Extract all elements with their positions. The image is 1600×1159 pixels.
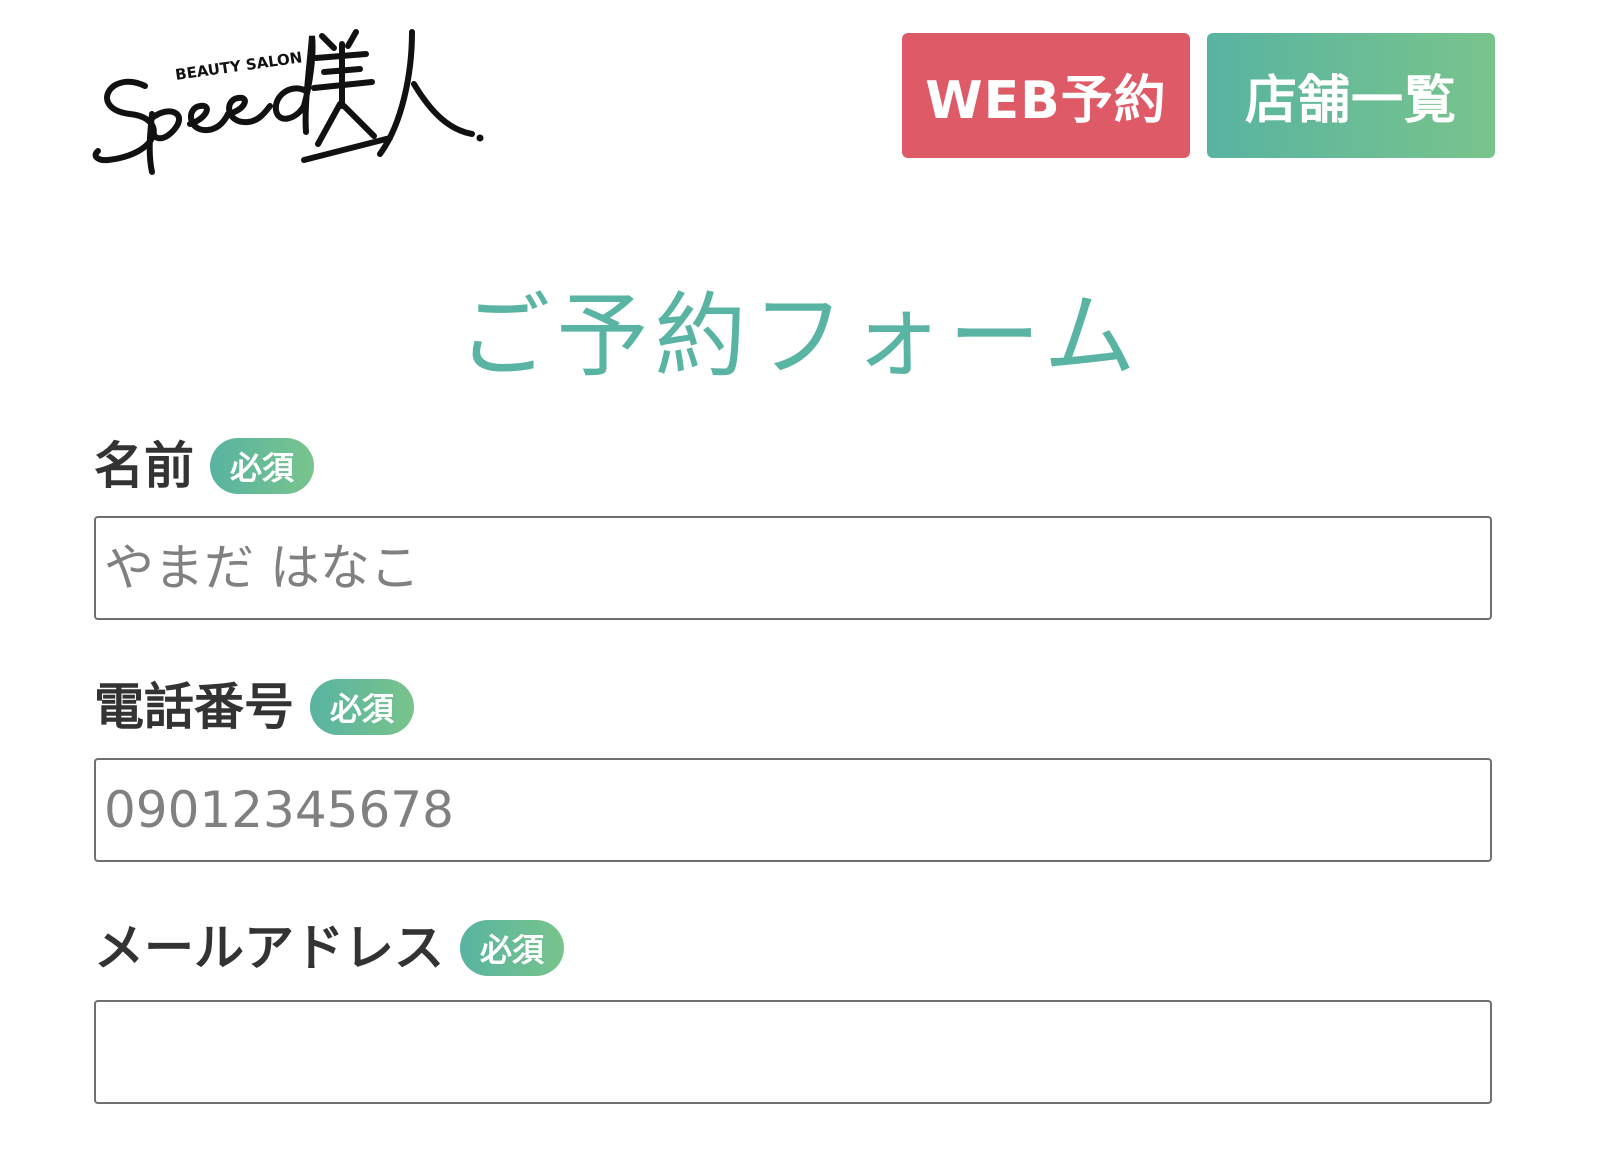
site-header: BEAUTY SALON WEB予約 店舗一覧 — [0, 0, 1600, 200]
required-badge: 必須 — [460, 920, 565, 976]
required-badge: 必須 — [310, 679, 415, 735]
web-reservation-button[interactable]: WEB予約 — [902, 33, 1190, 158]
name-field-label: 名前 必須 — [94, 433, 315, 499]
form-title: ご予約フォーム — [458, 283, 1142, 390]
phone-field-label: 電話番号 必須 — [94, 674, 415, 740]
shop-list-button[interactable]: 店舗一覧 — [1207, 33, 1495, 158]
email-label-text: メールアドレス — [94, 919, 444, 977]
brand-logo[interactable]: BEAUTY SALON — [90, 14, 490, 184]
email-field-label: メールアドレス 必須 — [94, 915, 565, 981]
name-input[interactable] — [94, 516, 1492, 620]
name-label-text: 名前 — [94, 437, 194, 495]
svg-text:BEAUTY SALON: BEAUTY SALON — [174, 48, 303, 84]
phone-input[interactable] — [94, 758, 1492, 862]
phone-label-text: 電話番号 — [94, 678, 294, 736]
email-input[interactable] — [94, 1000, 1492, 1104]
brand-logo-image: BEAUTY SALON — [92, 29, 484, 175]
required-badge: 必須 — [210, 438, 315, 494]
